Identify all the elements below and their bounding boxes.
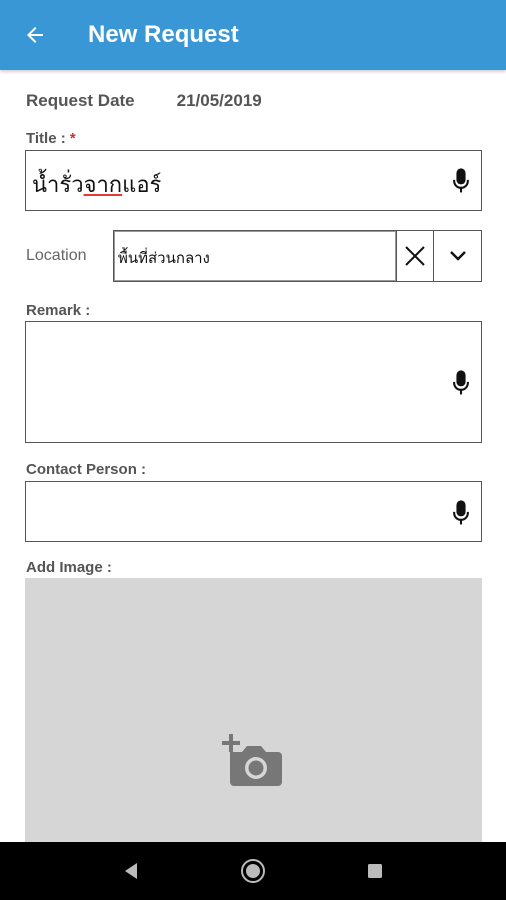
- chevron-down-icon: [449, 251, 466, 261]
- microphone-icon[interactable]: [453, 168, 469, 194]
- back-button[interactable]: [0, 0, 70, 70]
- location-clear-button[interactable]: [396, 230, 434, 282]
- system-nav-bar: [0, 842, 506, 900]
- title-text-part1: น้ำรั่ว: [32, 172, 84, 197]
- nav-home-icon: [241, 859, 265, 883]
- request-date-value: 21/05/2019: [176, 91, 262, 110]
- location-select[interactable]: พื้นที่ส่วนกลาง: [113, 230, 396, 282]
- contact-person-label: Contact Person :: [26, 461, 147, 478]
- title-text-part3: แอร์: [122, 172, 162, 197]
- contact-person-input[interactable]: [25, 481, 482, 542]
- location-dropdown-button[interactable]: [433, 230, 482, 282]
- add-image-area[interactable]: [25, 578, 482, 842]
- nav-recents-button[interactable]: [355, 851, 395, 891]
- location-label: Location: [26, 247, 87, 264]
- add-image-label: Add Image :: [26, 559, 112, 576]
- nav-home-button[interactable]: [233, 851, 273, 891]
- location-value: พื้นที่ส่วนกลาง: [118, 250, 210, 267]
- microphone-icon[interactable]: [453, 370, 469, 396]
- title-text-misspelled: จาก: [83, 172, 123, 197]
- nav-back-button[interactable]: [111, 851, 151, 891]
- nav-back-icon: [125, 863, 137, 879]
- add-photo-icon[interactable]: [222, 734, 284, 790]
- app-bar: New Request: [0, 0, 506, 70]
- remark-input[interactable]: [25, 321, 482, 443]
- title-input-value: น้ำรั่วจากแอร์: [32, 167, 161, 202]
- page-title: New Request: [88, 21, 239, 48]
- required-marker: *: [69, 130, 76, 147]
- close-icon: [405, 246, 425, 266]
- remark-label: Remark :: [26, 302, 91, 319]
- request-date-row: Request Date 21/05/2019: [26, 91, 262, 111]
- title-label-text: Title :: [26, 130, 70, 147]
- title-label: Title : *: [26, 130, 76, 147]
- microphone-icon[interactable]: [453, 500, 469, 526]
- nav-recents-icon: [368, 864, 382, 878]
- title-input[interactable]: น้ำรั่วจากแอร์: [25, 150, 482, 211]
- request-date-label: Request Date: [26, 91, 135, 110]
- arrow-left-icon: [27, 27, 43, 43]
